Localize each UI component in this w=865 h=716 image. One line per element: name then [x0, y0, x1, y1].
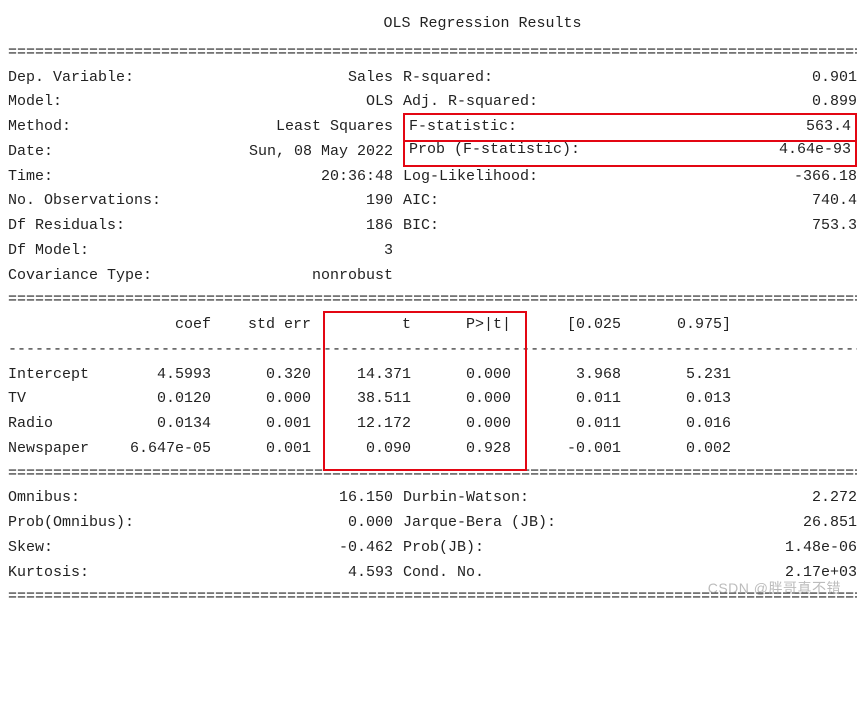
value: Sun, 08 May 2022 — [53, 140, 393, 165]
label: Df Model: — [8, 239, 89, 264]
label: Df Residuals: — [8, 214, 125, 239]
value: 186 — [125, 214, 393, 239]
cell: 0.001 — [221, 412, 321, 437]
label: Log-Likelihood: — [403, 165, 538, 190]
label: Omnibus: — [8, 486, 80, 511]
value: 3 — [89, 239, 393, 264]
label: Jarque-Bera (JB): — [403, 511, 556, 536]
label: Prob(Omnibus): — [8, 511, 134, 536]
cell: TV — [8, 387, 111, 412]
cell: Newspaper — [8, 437, 111, 462]
cell: 38.511 — [321, 387, 421, 412]
col-hi: 0.975] — [631, 313, 741, 338]
value: Sales — [134, 66, 393, 91]
label: Method: — [8, 115, 71, 140]
value: 1.48e-06 — [484, 536, 857, 561]
cell: 0.016 — [631, 412, 741, 437]
label: Skew: — [8, 536, 53, 561]
value: 740.4 — [439, 189, 857, 214]
cell: 3.968 — [521, 363, 631, 388]
cell: 0.0120 — [111, 387, 221, 412]
cell: 6.647e-05 — [111, 437, 221, 462]
label: Prob (F-statistic): — [409, 138, 580, 163]
cell: 0.000 — [421, 412, 521, 437]
cell: Intercept — [8, 363, 111, 388]
cell: 14.371 — [321, 363, 421, 388]
value: 0.899 — [538, 90, 857, 115]
page-title: OLS Regression Results — [8, 12, 857, 37]
value: 2.272 — [529, 486, 857, 511]
label: Adj. R-squared: — [403, 90, 538, 115]
coef-table: coef std err t P>|t| [0.025 0.975] -----… — [8, 313, 857, 462]
cell: 0.000 — [421, 363, 521, 388]
label: Durbin-Watson: — [403, 486, 529, 511]
cell: 0.001 — [221, 437, 321, 462]
ols-results: OLS Regression Results =================… — [8, 12, 857, 610]
label: Time: — [8, 165, 53, 190]
rule: ========================================… — [8, 41, 857, 66]
value: 26.851 — [556, 511, 857, 536]
cell: 0.013 — [631, 387, 741, 412]
value: 753.3 — [439, 214, 857, 239]
label: No. Observations: — [8, 189, 161, 214]
table-row: TV 0.0120 0.000 38.511 0.000 0.011 0.013 — [8, 387, 857, 412]
rule: ========================================… — [8, 462, 857, 487]
value: 16.150 — [80, 486, 393, 511]
label: Prob(JB): — [403, 536, 484, 561]
value: 4.64e-93 — [580, 138, 851, 163]
col-p: P>|t| — [421, 313, 521, 338]
col-coef: coef — [111, 313, 221, 338]
col-se: std err — [221, 313, 321, 338]
col-lo: [0.025 — [521, 313, 631, 338]
coef-header: coef std err t P>|t| [0.025 0.975] — [8, 313, 857, 338]
cell: 0.011 — [521, 412, 631, 437]
value: OLS — [62, 90, 393, 115]
summary-block: Dep. Variable:Sales R-squared:0.901 Mode… — [8, 66, 857, 289]
cell: 0.000 — [421, 387, 521, 412]
label: Cond. No. — [403, 561, 484, 586]
cell: 0.011 — [521, 387, 631, 412]
label: AIC: — [403, 189, 439, 214]
cell: -0.001 — [521, 437, 631, 462]
table-row: Radio 0.0134 0.001 12.172 0.000 0.011 0.… — [8, 412, 857, 437]
cell: 4.5993 — [111, 363, 221, 388]
value: 4.593 — [89, 561, 393, 586]
table-row: Newspaper 6.647e-05 0.001 0.090 0.928 -0… — [8, 437, 857, 462]
value: Least Squares — [71, 115, 393, 140]
label: Covariance Type: — [8, 264, 152, 289]
value: 190 — [161, 189, 393, 214]
value: 0.000 — [134, 511, 393, 536]
label: BIC: — [403, 214, 439, 239]
table-row: Intercept 4.5993 0.320 14.371 0.000 3.96… — [8, 363, 857, 388]
value: 563.4 — [517, 115, 851, 140]
col-t: t — [321, 313, 421, 338]
cell: 0.090 — [321, 437, 421, 462]
cell: 0.320 — [221, 363, 321, 388]
watermark: CSDN @胖哥真不错 — [708, 577, 841, 600]
label: Dep. Variable: — [8, 66, 134, 91]
value: 20:36:48 — [53, 165, 393, 190]
cell: 12.172 — [321, 412, 421, 437]
value: nonrobust — [152, 264, 393, 289]
value: -366.18 — [538, 165, 857, 190]
label: F-statistic: — [409, 115, 517, 140]
cell: 5.231 — [631, 363, 741, 388]
cell: 0.002 — [631, 437, 741, 462]
rule: ========================================… — [8, 288, 857, 313]
cell: 0.0134 — [111, 412, 221, 437]
cell: Radio — [8, 412, 111, 437]
diagnostics-block: Omnibus:16.150 Durbin-Watson:2.272 Prob(… — [8, 486, 857, 585]
label: Kurtosis: — [8, 561, 89, 586]
cell: 0.000 — [221, 387, 321, 412]
cell: 0.928 — [421, 437, 521, 462]
label: Model: — [8, 90, 62, 115]
value: -0.462 — [53, 536, 393, 561]
label: Date: — [8, 140, 53, 165]
value: 0.901 — [493, 66, 857, 91]
rule: ----------------------------------------… — [8, 338, 857, 363]
label: R-squared: — [403, 66, 493, 91]
